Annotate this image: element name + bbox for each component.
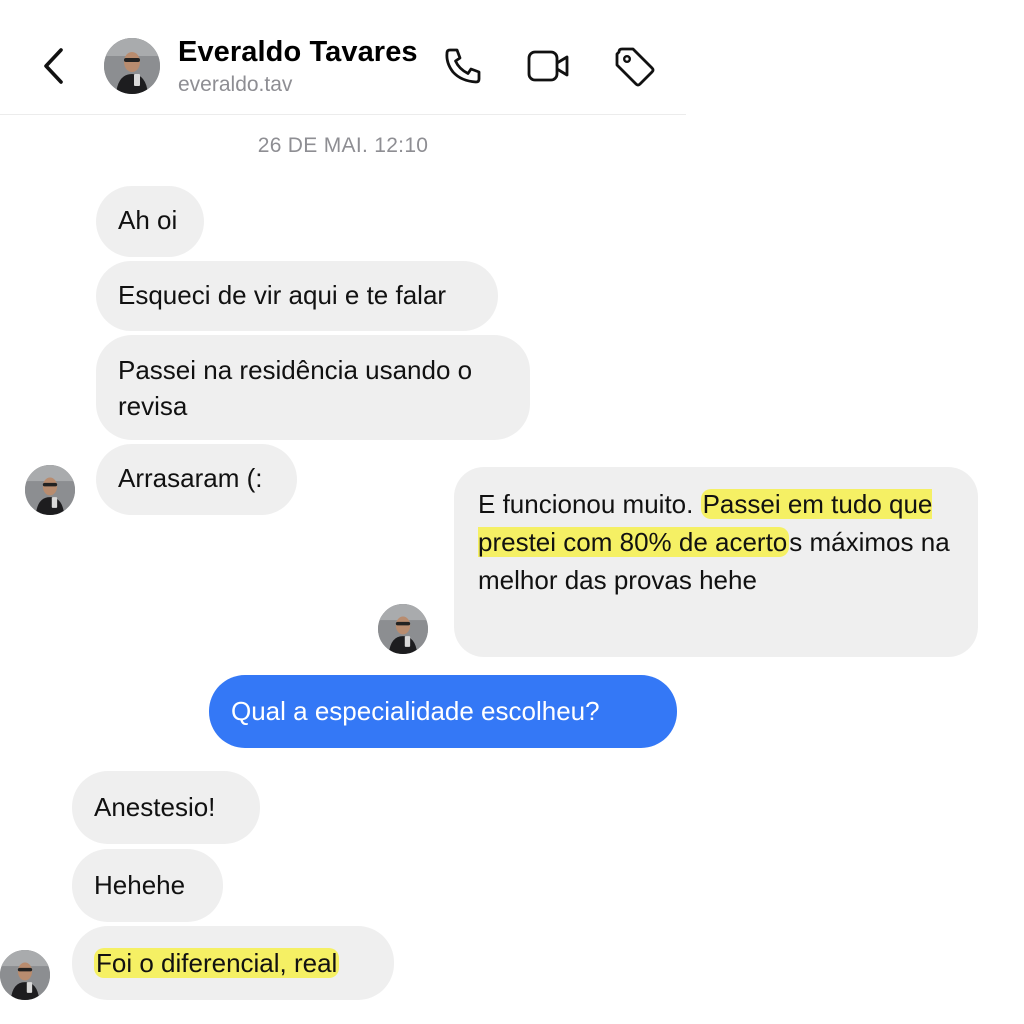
phone-icon[interactable] <box>441 44 485 88</box>
back-chevron-icon[interactable] <box>36 44 72 88</box>
contact-name: Everaldo Tavares <box>178 36 418 68</box>
contact-avatar-small <box>25 465 75 515</box>
message-bubble-incoming[interactable]: Ah oi <box>96 186 204 257</box>
header-divider <box>0 114 686 115</box>
highlighted-text: Foi o diferencial, real <box>94 948 340 978</box>
video-camera-icon[interactable] <box>526 44 570 88</box>
message-bubble-incoming[interactable]: Esqueci de vir aqui e te falar <box>96 261 498 331</box>
message-timestamp: 26 DE MAI. 12:10 <box>257 134 429 157</box>
contact-avatar-small <box>0 950 50 1000</box>
message-bubble-outgoing[interactable]: Qual a especialidade escolheu? <box>209 675 677 748</box>
contact-handle: everaldo.tav <box>178 73 293 96</box>
message-bubble-incoming[interactable]: Anestesio! <box>72 771 260 844</box>
message-bubble-incoming[interactable]: Passei na residência usando o revisa <box>96 335 530 440</box>
contact-avatar-small <box>378 604 428 654</box>
tag-icon[interactable] <box>612 44 656 88</box>
message-bubble-incoming[interactable]: Foi o diferencial, real <box>72 926 394 1000</box>
message-bubble-incoming[interactable]: Hehehe <box>72 849 223 922</box>
message-bubble-incoming[interactable]: E funcionou muito. Passei em tudo que pr… <box>454 467 978 657</box>
message-bubble-incoming[interactable]: Arrasaram (: <box>96 444 297 515</box>
contact-avatar[interactable] <box>104 38 160 94</box>
message-text: E funcionou muito. <box>478 489 701 519</box>
